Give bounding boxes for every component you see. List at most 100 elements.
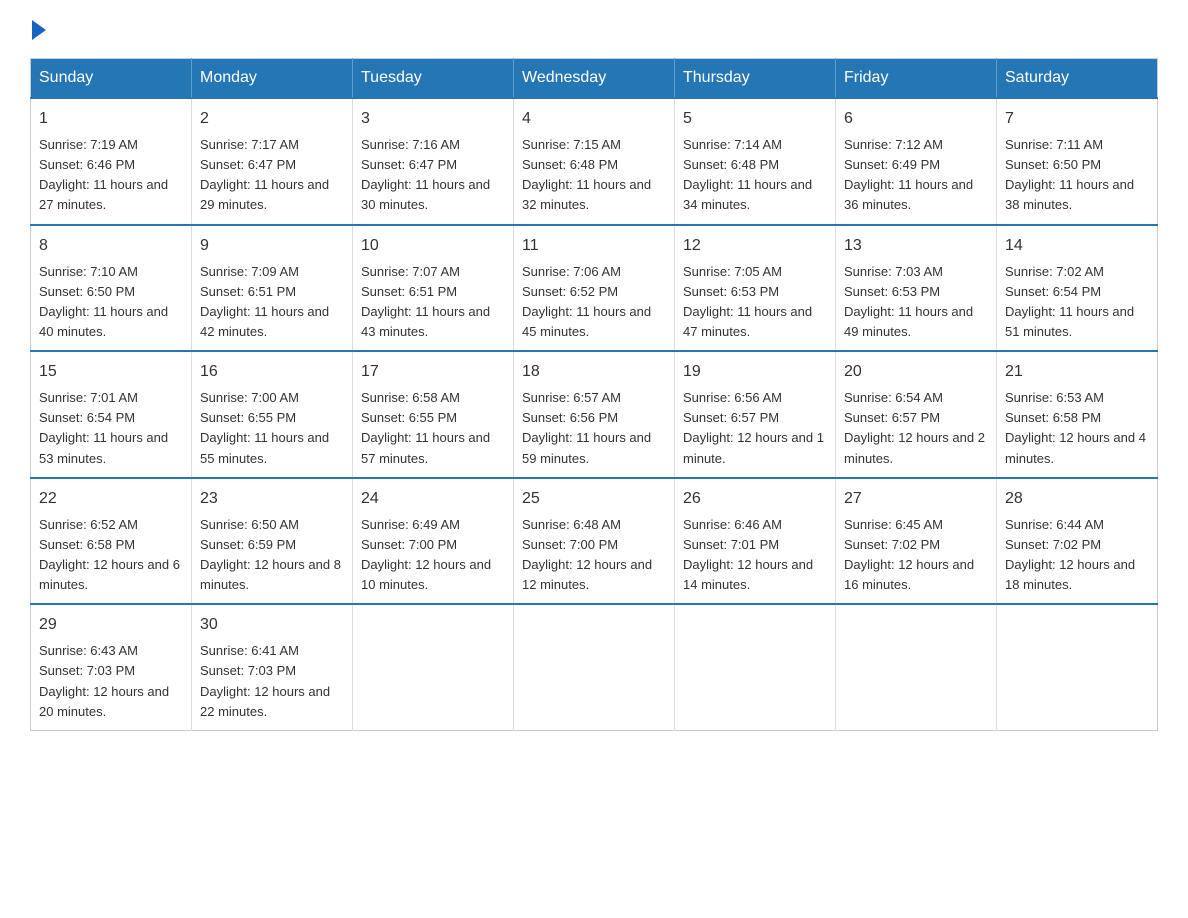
day-info: Sunrise: 7:11 AMSunset: 6:50 PMDaylight:… bbox=[1005, 135, 1149, 216]
day-number: 7 bbox=[1005, 107, 1149, 131]
day-info: Sunrise: 6:48 AMSunset: 7:00 PMDaylight:… bbox=[522, 515, 666, 596]
day-number: 3 bbox=[361, 107, 505, 131]
day-info: Sunrise: 7:07 AMSunset: 6:51 PMDaylight:… bbox=[361, 262, 505, 343]
day-info: Sunrise: 7:14 AMSunset: 6:48 PMDaylight:… bbox=[683, 135, 827, 216]
day-info: Sunrise: 6:54 AMSunset: 6:57 PMDaylight:… bbox=[844, 388, 988, 469]
table-row: 13Sunrise: 7:03 AMSunset: 6:53 PMDayligh… bbox=[836, 225, 997, 352]
day-info: Sunrise: 6:44 AMSunset: 7:02 PMDaylight:… bbox=[1005, 515, 1149, 596]
table-row: 15 Sunrise: 7:01 AMSunset: 6:54 PMDayligh… bbox=[31, 351, 192, 478]
day-info: Sunrise: 6:43 AMSunset: 7:03 PMDaylight:… bbox=[39, 641, 183, 722]
table-row: 23 Sunrise: 6:50 AMSunset: 6:59 PMDayligh… bbox=[192, 478, 353, 605]
day-number: 5 bbox=[683, 107, 827, 131]
day-number: 11 bbox=[522, 234, 666, 258]
logo bbox=[30, 20, 46, 38]
table-row: 25 Sunrise: 6:48 AMSunset: 7:00 PMDayligh… bbox=[514, 478, 675, 605]
day-info: Sunrise: 6:58 AMSunset: 6:55 PMDaylight:… bbox=[361, 388, 505, 469]
table-row bbox=[836, 604, 997, 730]
day-number: 1 bbox=[39, 107, 183, 131]
day-number: 9 bbox=[200, 234, 344, 258]
table-row bbox=[353, 604, 514, 730]
day-number: 19 bbox=[683, 360, 827, 384]
calendar-week-row: 29 Sunrise: 6:43 AMSunset: 7:03 PMDayligh… bbox=[31, 604, 1158, 730]
table-row: 16Sunrise: 7:00 AMSunset: 6:55 PMDayligh… bbox=[192, 351, 353, 478]
day-info: Sunrise: 7:05 AMSunset: 6:53 PMDaylight:… bbox=[683, 262, 827, 343]
col-saturday: Saturday bbox=[997, 59, 1158, 99]
calendar-week-row: 8 Sunrise: 7:10 AMSunset: 6:50 PMDaylight… bbox=[31, 225, 1158, 352]
day-info: Sunrise: 6:41 AMSunset: 7:03 PMDaylight:… bbox=[200, 641, 344, 722]
table-row: 4 Sunrise: 7:15 AMSunset: 6:48 PMDaylight… bbox=[514, 98, 675, 225]
day-number: 2 bbox=[200, 107, 344, 131]
table-row: 19Sunrise: 6:56 AMSunset: 6:57 PMDayligh… bbox=[675, 351, 836, 478]
day-number: 24 bbox=[361, 487, 505, 511]
col-sunday: Sunday bbox=[31, 59, 192, 99]
day-info: Sunrise: 6:49 AMSunset: 7:00 PMDaylight:… bbox=[361, 515, 505, 596]
table-row: 10 Sunrise: 7:07 AMSunset: 6:51 PMDayligh… bbox=[353, 225, 514, 352]
table-row: 1 Sunrise: 7:19 AMSunset: 6:46 PMDaylight… bbox=[31, 98, 192, 225]
day-info: Sunrise: 7:16 AMSunset: 6:47 PMDaylight:… bbox=[361, 135, 505, 216]
day-number: 23 bbox=[200, 487, 344, 511]
day-number: 29 bbox=[39, 613, 183, 637]
col-friday: Friday bbox=[836, 59, 997, 99]
table-row: 22 Sunrise: 6:52 AMSunset: 6:58 PMDayligh… bbox=[31, 478, 192, 605]
table-row: 29 Sunrise: 6:43 AMSunset: 7:03 PMDayligh… bbox=[31, 604, 192, 730]
day-info: Sunrise: 7:02 AMSunset: 6:54 PMDaylight:… bbox=[1005, 262, 1149, 343]
day-info: Sunrise: 6:46 AMSunset: 7:01 PMDaylight:… bbox=[683, 515, 827, 596]
day-number: 21 bbox=[1005, 360, 1149, 384]
table-row bbox=[675, 604, 836, 730]
table-row bbox=[997, 604, 1158, 730]
day-info: Sunrise: 6:45 AMSunset: 7:02 PMDaylight:… bbox=[844, 515, 988, 596]
day-number: 8 bbox=[39, 234, 183, 258]
day-number: 13 bbox=[844, 234, 988, 258]
day-number: 4 bbox=[522, 107, 666, 131]
col-wednesday: Wednesday bbox=[514, 59, 675, 99]
calendar-week-row: 15 Sunrise: 7:01 AMSunset: 6:54 PMDayligh… bbox=[31, 351, 1158, 478]
day-number: 28 bbox=[1005, 487, 1149, 511]
table-row: 6Sunrise: 7:12 AMSunset: 6:49 PMDaylight… bbox=[836, 98, 997, 225]
table-row: 11 Sunrise: 7:06 AMSunset: 6:52 PMDayligh… bbox=[514, 225, 675, 352]
day-info: Sunrise: 6:53 AMSunset: 6:58 PMDaylight:… bbox=[1005, 388, 1149, 469]
day-info: Sunrise: 7:19 AMSunset: 6:46 PMDaylight:… bbox=[39, 135, 183, 216]
day-number: 6 bbox=[844, 107, 988, 131]
table-row: 24 Sunrise: 6:49 AMSunset: 7:00 PMDayligh… bbox=[353, 478, 514, 605]
table-row bbox=[514, 604, 675, 730]
table-row: 5 Sunrise: 7:14 AMSunset: 6:48 PMDaylight… bbox=[675, 98, 836, 225]
day-info: Sunrise: 7:10 AMSunset: 6:50 PMDaylight:… bbox=[39, 262, 183, 343]
table-row: 17 Sunrise: 6:58 AMSunset: 6:55 PMDayligh… bbox=[353, 351, 514, 478]
day-number: 18 bbox=[522, 360, 666, 384]
table-row: 26Sunrise: 6:46 AMSunset: 7:01 PMDayligh… bbox=[675, 478, 836, 605]
day-number: 14 bbox=[1005, 234, 1149, 258]
day-number: 22 bbox=[39, 487, 183, 511]
day-number: 30 bbox=[200, 613, 344, 637]
day-info: Sunrise: 6:50 AMSunset: 6:59 PMDaylight:… bbox=[200, 515, 344, 596]
day-number: 16 bbox=[200, 360, 344, 384]
day-number: 15 bbox=[39, 360, 183, 384]
calendar-week-row: 22 Sunrise: 6:52 AMSunset: 6:58 PMDayligh… bbox=[31, 478, 1158, 605]
day-info: Sunrise: 6:57 AMSunset: 6:56 PMDaylight:… bbox=[522, 388, 666, 469]
day-info: Sunrise: 7:15 AMSunset: 6:48 PMDaylight:… bbox=[522, 135, 666, 216]
logo-arrow-icon bbox=[32, 20, 46, 40]
day-number: 10 bbox=[361, 234, 505, 258]
table-row: 27 Sunrise: 6:45 AMSunset: 7:02 PMDayligh… bbox=[836, 478, 997, 605]
page-header bbox=[30, 20, 1158, 38]
day-number: 27 bbox=[844, 487, 988, 511]
table-row: 2Sunrise: 7:17 AMSunset: 6:47 PMDaylight… bbox=[192, 98, 353, 225]
day-number: 20 bbox=[844, 360, 988, 384]
col-monday: Monday bbox=[192, 59, 353, 99]
day-number: 17 bbox=[361, 360, 505, 384]
table-row: 3 Sunrise: 7:16 AMSunset: 6:47 PMDaylight… bbox=[353, 98, 514, 225]
day-number: 25 bbox=[522, 487, 666, 511]
table-row: 14 Sunrise: 7:02 AMSunset: 6:54 PMDayligh… bbox=[997, 225, 1158, 352]
calendar-week-row: 1 Sunrise: 7:19 AMSunset: 6:46 PMDaylight… bbox=[31, 98, 1158, 225]
col-tuesday: Tuesday bbox=[353, 59, 514, 99]
table-row: 8 Sunrise: 7:10 AMSunset: 6:50 PMDaylight… bbox=[31, 225, 192, 352]
calendar-header-row: Sunday Monday Tuesday Wednesday Thursday… bbox=[31, 59, 1158, 99]
day-number: 12 bbox=[683, 234, 827, 258]
table-row: 28 Sunrise: 6:44 AMSunset: 7:02 PMDayligh… bbox=[997, 478, 1158, 605]
table-row: 30 Sunrise: 6:41 AMSunset: 7:03 PMDayligh… bbox=[192, 604, 353, 730]
table-row: 21 Sunrise: 6:53 AMSunset: 6:58 PMDayligh… bbox=[997, 351, 1158, 478]
day-info: Sunrise: 7:06 AMSunset: 6:52 PMDaylight:… bbox=[522, 262, 666, 343]
col-thursday: Thursday bbox=[675, 59, 836, 99]
table-row: 7 Sunrise: 7:11 AMSunset: 6:50 PMDaylight… bbox=[997, 98, 1158, 225]
day-info: Sunrise: 7:01 AMSunset: 6:54 PMDaylight:… bbox=[39, 388, 183, 469]
day-info: Sunrise: 6:52 AMSunset: 6:58 PMDaylight:… bbox=[39, 515, 183, 596]
